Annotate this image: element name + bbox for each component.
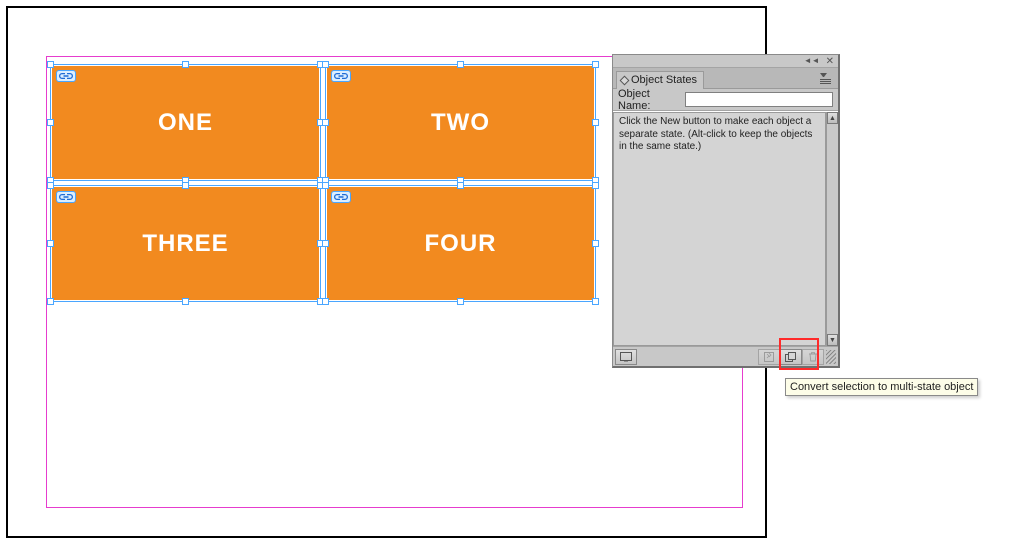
convert-to-multistate-button[interactable]: [780, 349, 802, 365]
thread-link-icon: [331, 191, 351, 203]
object-name-label: Object Name:: [618, 88, 680, 112]
panel-tabbar: Object States: [613, 68, 838, 89]
tooltip-text: Convert selection to multi-state object: [790, 381, 973, 393]
panel-hint-text: Click the New button to make each object…: [613, 112, 826, 346]
scroll-down-icon[interactable]: ▼: [827, 334, 838, 346]
tab-object-states[interactable]: Object States: [616, 71, 704, 89]
preview-spread-button[interactable]: [615, 349, 637, 365]
close-icon[interactable]: ✕: [826, 56, 834, 67]
thread-link-icon: [56, 191, 76, 203]
text-frame-two[interactable]: TWO: [327, 66, 594, 179]
selected-objects-group[interactable]: ONE TWO: [52, 66, 597, 305]
text-frame-one[interactable]: ONE: [52, 66, 319, 179]
text-frame-four[interactable]: FOUR: [327, 187, 594, 300]
text-frame-label: FOUR: [425, 230, 497, 258]
tooltip: Convert selection to multi-state object: [785, 378, 978, 396]
resize-grip-icon[interactable]: [826, 350, 836, 364]
panel-topbar: ◄◄ ✕: [613, 55, 838, 68]
panel-footer: [613, 346, 838, 366]
panel-tab-icon: [620, 75, 630, 85]
panel-title: Object States: [631, 74, 697, 86]
paste-into-state-button[interactable]: [758, 349, 780, 365]
text-frame-label: TWO: [431, 109, 490, 137]
text-frame-three[interactable]: THREE: [52, 187, 319, 300]
object-name-row: Object Name:: [613, 89, 838, 111]
panel-menu-button[interactable]: [817, 70, 834, 87]
text-frame-label: THREE: [142, 230, 228, 258]
text-frame-label: ONE: [158, 109, 213, 137]
panel-body: Click the New button to make each object…: [613, 111, 838, 346]
scroll-up-icon[interactable]: ▲: [827, 112, 838, 124]
object-name-input[interactable]: [685, 92, 833, 107]
delete-state-button[interactable]: [802, 349, 824, 365]
collapse-icon[interactable]: ◄◄: [804, 57, 820, 65]
thread-link-icon: [56, 70, 76, 82]
object-states-panel: ◄◄ ✕ Object States Object Name: Click th…: [612, 54, 840, 368]
thread-link-icon: [331, 70, 351, 82]
panel-scrollbar[interactable]: ▲ ▼: [826, 112, 838, 346]
